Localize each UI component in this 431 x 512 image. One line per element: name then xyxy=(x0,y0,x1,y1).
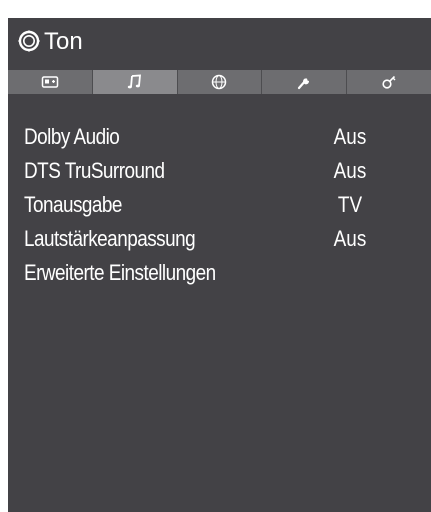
menu-item-label: Dolby Audio xyxy=(24,124,120,149)
globe-icon xyxy=(212,74,227,90)
menu-item-label: Erweiterte Einstellungen xyxy=(24,260,216,285)
menu-item-value: TV xyxy=(337,192,363,217)
menu-item-tonausgabe[interactable]: Tonausgabe TV xyxy=(8,190,431,224)
menu-item-value: Aus xyxy=(333,124,367,149)
menu-item-dolby-audio[interactable]: Dolby Audio Aus xyxy=(8,122,431,156)
tab-setup[interactable] xyxy=(262,70,348,94)
title-bar: Ton xyxy=(8,18,431,66)
menu-item-label: Tonausgabe xyxy=(24,192,122,217)
tab-bar xyxy=(8,70,431,94)
settings-menu: Dolby Audio Aus DTS TruSurround Aus Tona… xyxy=(8,122,431,292)
key-icon xyxy=(382,75,396,89)
menu-item-dts-trusurround[interactable]: DTS TruSurround Aus xyxy=(8,156,431,190)
menu-item-value: Aus xyxy=(333,158,367,183)
tab-other[interactable] xyxy=(347,70,431,94)
menu-item-value: Aus xyxy=(333,226,367,251)
page-title: Ton xyxy=(44,28,83,55)
music-note-icon xyxy=(127,74,141,89)
menu-item-label: Lautstärkeanpassung xyxy=(24,226,196,251)
tab-sound[interactable] xyxy=(92,70,178,94)
menu-item-label: DTS TruSurround xyxy=(24,158,165,183)
picture-icon xyxy=(41,76,59,88)
wrench-icon xyxy=(298,78,310,90)
tab-picture[interactable] xyxy=(8,70,93,94)
settings-panel: Ton Dolby Audio Aus DTS TruSurround Aus … xyxy=(8,18,431,512)
tab-network[interactable] xyxy=(178,70,263,94)
menu-item-lautstaerkeanpassung[interactable]: Lautstärkeanpassung Aus xyxy=(8,224,431,258)
menu-item-erweiterte-einstellungen[interactable]: Erweiterte Einstellungen xyxy=(8,258,431,292)
gear-icon xyxy=(18,30,40,52)
